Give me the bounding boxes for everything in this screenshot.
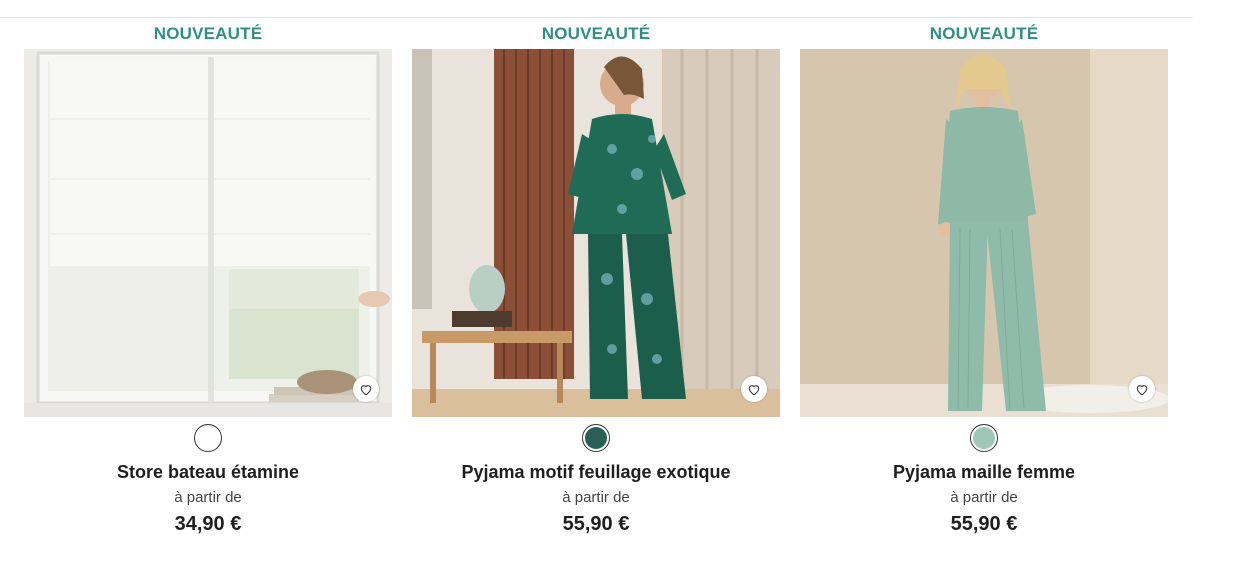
wishlist-button[interactable]	[1129, 376, 1155, 402]
product-card[interactable]: NOUVEAUTÉ	[800, 18, 1168, 536]
product-card[interactable]: NOUVEAUTÉ	[412, 18, 780, 536]
product-image[interactable]	[412, 49, 780, 417]
product-price: 34,90 €	[174, 513, 242, 535]
heart-icon	[359, 383, 373, 396]
product-name[interactable]: Pyjama motif feuillage exotique	[412, 462, 780, 486]
new-badge: NOUVEAUTÉ	[541, 24, 651, 43]
product-price: 55,90 €	[950, 513, 1018, 535]
color-swatch[interactable]	[194, 424, 222, 452]
product-price: 55,90 €	[562, 513, 630, 535]
new-badge: NOUVEAUTÉ	[153, 24, 263, 43]
heart-icon	[747, 383, 761, 396]
color-swatch[interactable]	[582, 424, 610, 452]
from-label: à partir de	[562, 489, 630, 506]
from-label: à partir de	[950, 489, 1018, 506]
heart-icon	[1135, 383, 1149, 396]
product-name[interactable]: Pyjama maille femme	[800, 462, 1168, 486]
from-label: à partir de	[174, 489, 242, 506]
wishlist-button[interactable]	[353, 376, 379, 402]
product-image[interactable]	[24, 49, 392, 417]
swatch-color	[973, 427, 995, 449]
new-badge: NOUVEAUTÉ	[929, 24, 1039, 43]
swatch-color	[197, 427, 219, 449]
product-card[interactable]: NOUVEAUTÉ	[24, 18, 392, 536]
product-name[interactable]: Store bateau étamine	[24, 462, 392, 486]
swatch-color	[585, 427, 607, 449]
wishlist-button[interactable]	[741, 376, 767, 402]
color-swatch[interactable]	[970, 424, 998, 452]
product-image[interactable]	[800, 49, 1168, 417]
